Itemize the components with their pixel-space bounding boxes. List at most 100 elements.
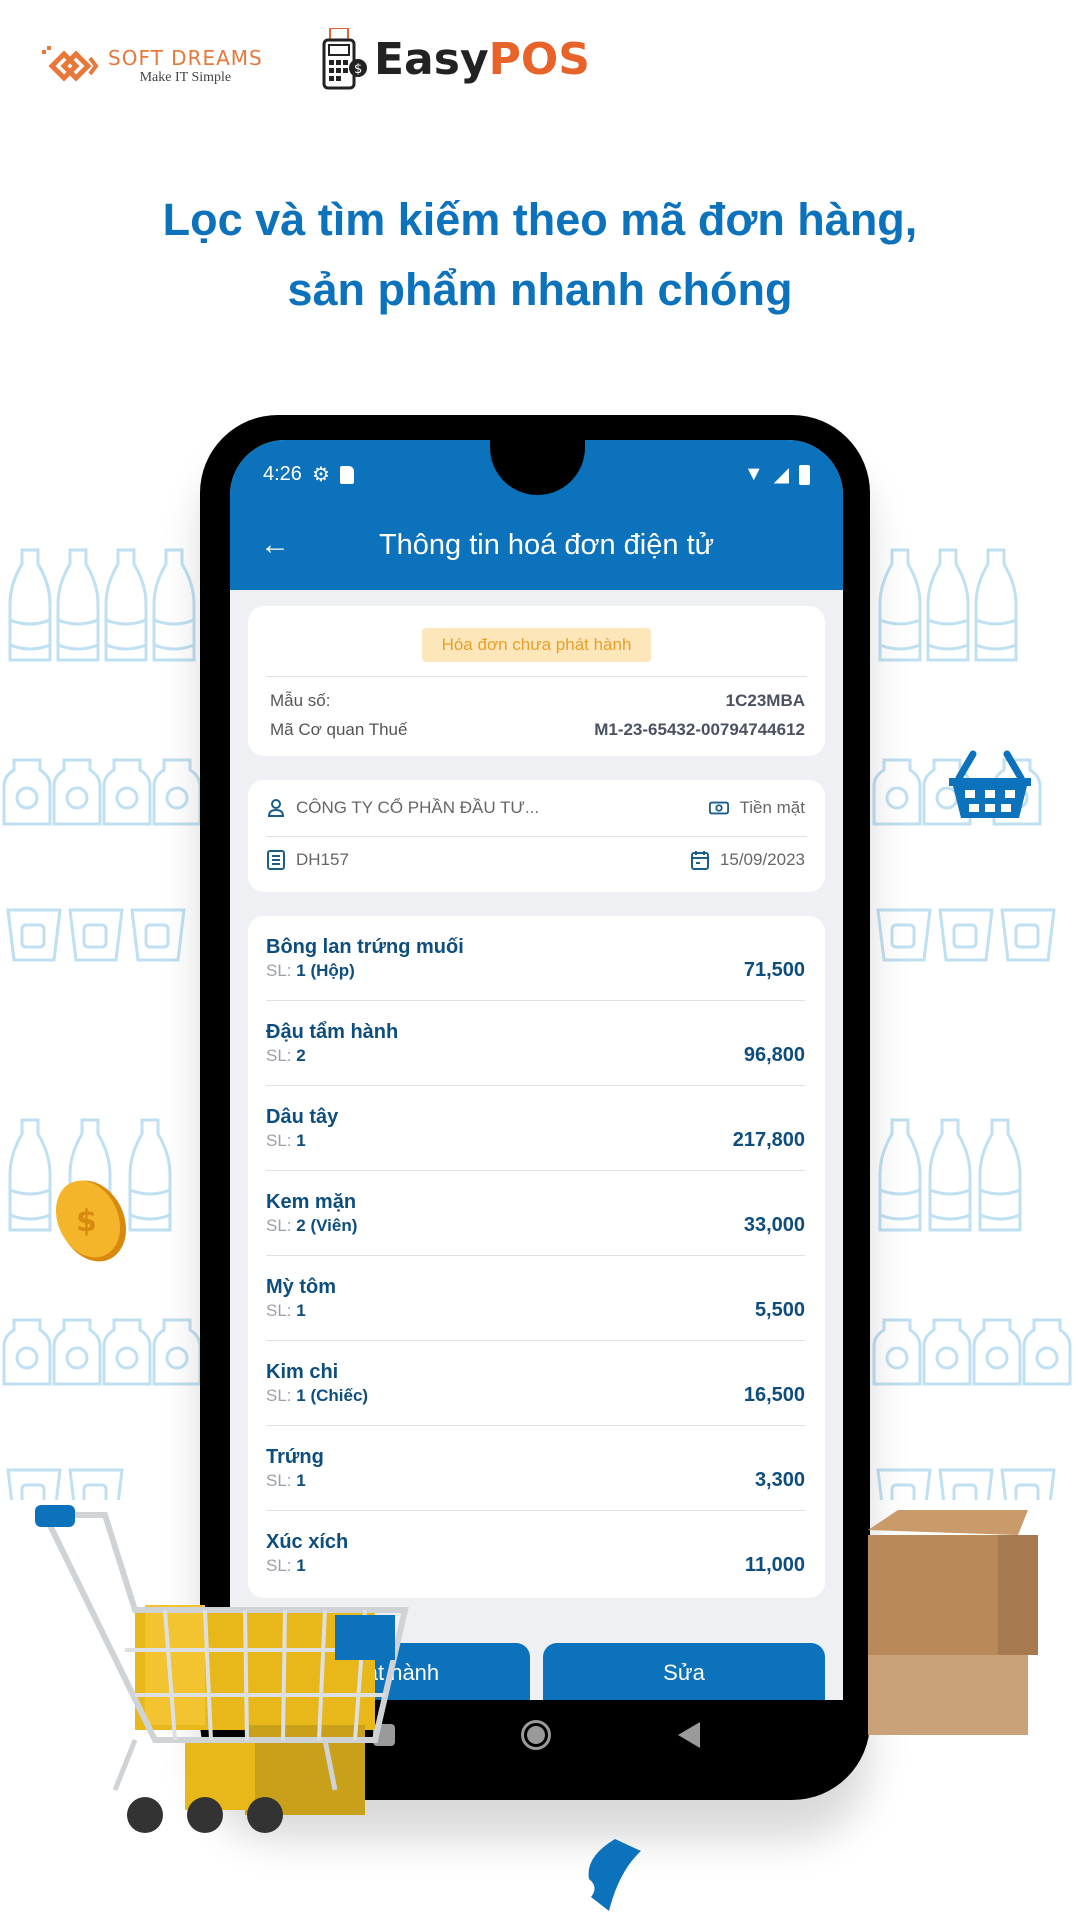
recent-apps-icon[interactable] (373, 1724, 396, 1746)
item-price: 11,000 (744, 1554, 805, 1576)
headline-line1: Lọc và tìm kiếm theo mã đơn hàng, (162, 194, 918, 245)
app-bar: 4:26 ⚙ ▼ ◢ ← Thông tin hoá đơn điện tử (230, 440, 843, 590)
item-quantity: SL: 1 (266, 1301, 306, 1321)
divider (266, 836, 807, 837)
item-name: Kem mặn (266, 1191, 357, 1213)
item-name: Bông lan trứng muối (266, 936, 464, 958)
qty-label: SL: (266, 1046, 292, 1065)
arrow-left-icon[interactable]: ← (260, 528, 290, 562)
tax-code-label: Mã Cơ quan Thuế (270, 720, 408, 739)
sd-card-icon (339, 465, 354, 484)
edit-button[interactable]: Sửa (543, 1643, 825, 1700)
tax-code-row: Mã Cơ quan Thuế M1-23-65432-00794744612 (270, 720, 805, 740)
order-code: DH157 (296, 850, 349, 869)
coin-illustration: $ (55, 1180, 127, 1262)
calendar-icon (690, 851, 709, 870)
softdreams-mark-icon (42, 46, 99, 82)
easypos-logo: $ Easy POS (322, 28, 590, 90)
template-row: Mẫu số: 1C23MBA (270, 691, 805, 711)
easypos-pos: POS (488, 33, 590, 85)
cash-icon (709, 801, 730, 815)
cardboard-boxes-illustration (868, 1510, 1038, 1735)
status-time: 4:26 (263, 463, 302, 485)
tax-code-value: M1-23-65432-00794744612 (594, 720, 805, 739)
item-name: Đậu tẩm hành (266, 1021, 399, 1043)
item-price: 3,300 (754, 1469, 805, 1491)
qty-value: 1 (296, 1471, 306, 1490)
back-nav-icon[interactable] (677, 1722, 700, 1748)
item-name: Mỳ tôm (266, 1276, 336, 1298)
easypos-easy: Easy (374, 33, 489, 85)
qty-label: SL: (266, 961, 292, 980)
headline-line2: sản phẩm nhanh chóng (287, 264, 793, 315)
qty-label: SL: (266, 1301, 292, 1320)
issue-button[interactable]: Phát hành (248, 1643, 530, 1700)
status-bar: 4:26 ⚙ ▼ ◢ (263, 462, 810, 487)
item-price: 71,500 (743, 959, 805, 981)
page-title: Thông tin hoá đơn điện tử (378, 528, 715, 561)
qty-value: 2 (296, 1046, 306, 1065)
item-price: 5,500 (754, 1299, 805, 1321)
gear-icon: ⚙ (311, 464, 330, 486)
qty-label: SL: (266, 1471, 292, 1490)
softdreams-logo: SOFT DREAMS Make IT Simple (38, 40, 263, 92)
items-list: Bông lan trứng muối SL: 1 (Hộp) 71,500 Đậu … (248, 916, 825, 1598)
list-item[interactable]: Kem mặn SL: 2 (Viên) 33,000 (266, 1171, 805, 1256)
signal-icon: ◢ (773, 464, 789, 486)
qty-value: 1 (296, 1301, 306, 1320)
svg-text:$: $ (354, 62, 362, 77)
qty-value: 1 (Chiếc) (296, 1386, 369, 1405)
qty-value: 1 (Hộp) (296, 961, 355, 980)
item-quantity: SL: 1 (266, 1556, 306, 1576)
item-name: Kim chi (266, 1361, 339, 1383)
user-icon (267, 799, 285, 817)
customer-name: CÔNG TY CỔ PHẦN ĐẦU TƯ... (296, 798, 540, 817)
invoice-info-card: Hóa đơn chưa phát hành Mẫu số: 1C23MBA M… (248, 606, 825, 756)
item-price: 33,000 (743, 1214, 805, 1236)
item-quantity: SL: 1 (Chiếc) (266, 1386, 368, 1406)
item-quantity: SL: 1 (266, 1471, 306, 1491)
payment-method: Tiền mặt (739, 798, 805, 817)
item-price: 16,500 (743, 1384, 805, 1406)
list-item[interactable]: Bông lan trứng muối SL: 1 (Hộp) 71,500 (266, 916, 805, 1001)
qty-value: 1 (296, 1131, 306, 1150)
item-name: Dâu tây (266, 1106, 339, 1128)
order-info-card: CÔNG TY CỔ PHẦN ĐẦU TƯ... Tiền mặt DH157… (248, 780, 825, 892)
item-price: 96,800 (743, 1044, 805, 1066)
template-value: 1C23MBA (725, 691, 805, 710)
pos-terminal-icon: $ (322, 28, 367, 90)
item-name: Trứng (266, 1446, 324, 1468)
template-label: Mẫu số: (270, 691, 331, 710)
qty-label: SL: (266, 1556, 292, 1575)
ticket-illustration (588, 1839, 641, 1911)
svg-text:$: $ (76, 1204, 97, 1239)
shopping-basket-icon (949, 750, 1031, 818)
softdreams-name: SOFT DREAMS (108, 46, 263, 70)
item-quantity: SL: 1 (Hộp) (266, 961, 355, 981)
divider (266, 676, 807, 677)
list-item[interactable]: Xúc xích SL: 1 11,000 (266, 1511, 805, 1596)
list-item[interactable]: Dâu tây SL: 1 217,800 (266, 1086, 805, 1171)
item-quantity: SL: 2 (Viên) (266, 1216, 357, 1236)
qty-label: SL: (266, 1386, 292, 1405)
item-name: Xúc xích (266, 1531, 349, 1553)
list-item[interactable]: Kim chi SL: 1 (Chiếc) 16,500 (266, 1341, 805, 1426)
headline: Lọc và tìm kiếm theo mã đơn hàng, sản ph… (0, 185, 1080, 325)
list-item[interactable]: Đậu tẩm hành SL: 2 96,800 (266, 1001, 805, 1086)
item-price: 217,800 (732, 1129, 805, 1151)
home-icon[interactable] (521, 1720, 552, 1750)
list-item[interactable]: Mỳ tôm SL: 1 5,500 (266, 1256, 805, 1341)
list-item[interactable]: Trứng SL: 1 3,300 (266, 1426, 805, 1511)
item-quantity: SL: 2 (266, 1046, 306, 1066)
status-badge: Hóa đơn chưa phát hành (421, 628, 652, 662)
qty-label: SL: (266, 1216, 292, 1235)
android-nav-bar (230, 1700, 843, 1770)
qty-value: 1 (296, 1556, 306, 1575)
qty-value: 2 (Viên) (296, 1216, 358, 1235)
app-screen: 4:26 ⚙ ▼ ◢ ← Thông tin hoá đơn điện tử H… (230, 440, 843, 1700)
order-date: 15/09/2023 (719, 850, 805, 869)
battery-icon (799, 464, 810, 485)
receipt-icon (267, 850, 285, 870)
item-quantity: SL: 1 (266, 1131, 306, 1151)
softdreams-tagline: Make IT Simple (139, 70, 232, 85)
